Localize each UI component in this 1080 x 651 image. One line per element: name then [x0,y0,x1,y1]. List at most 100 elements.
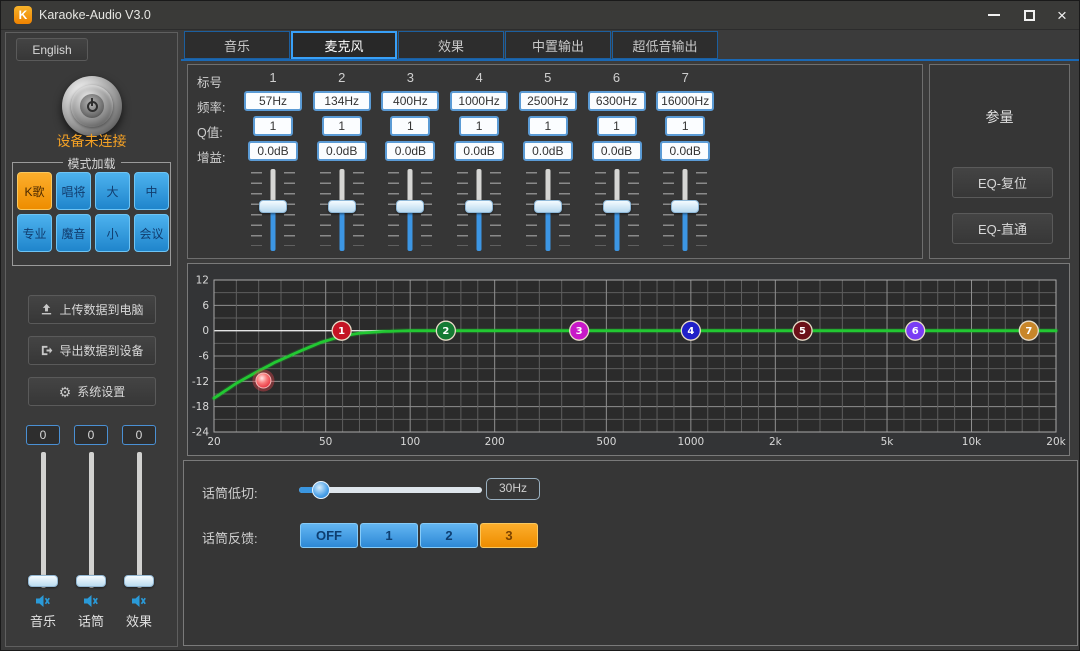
mode-button-6[interactable]: 魔音 [56,214,91,252]
eq-freq-input-3[interactable]: 400Hz [381,91,440,111]
close-icon: × [1057,5,1067,25]
eq-band-marker-3[interactable]: 3 [569,320,590,341]
mode-button-1[interactable]: K歌 [17,172,52,210]
mic-lowcut-slider[interactable] [299,481,482,499]
tab-4[interactable]: 中置输出 [505,31,611,59]
eq-gain-input-1[interactable]: 0.0dB [248,141,298,161]
mode-button-5[interactable]: 专业 [17,214,52,252]
y-axis-tick-label: 0 [202,325,209,337]
upload-data-button[interactable]: 上传数据到电脑 [28,295,156,324]
mode-button-grid: K歌 唱将大中专业 魔音小会议 [17,172,169,252]
eq-q-input-1[interactable]: 1 [253,116,293,136]
tab-2[interactable]: 麦克风 [291,31,397,59]
language-button[interactable]: English [16,38,88,61]
mode-button-2[interactable]: 唱将 [56,172,91,210]
x-axis-tick-label: 5k [881,436,895,448]
eq-freq-input-6[interactable]: 6300Hz [587,91,646,111]
x-axis-tick-label: 20k [1046,436,1066,448]
volume-column-2: 0 话筒 [67,425,115,630]
mode-button-3[interactable]: 大 [95,172,130,210]
eq-band-marker-6[interactable]: 6 [905,320,926,341]
x-axis-tick-label: 500 [596,436,616,448]
eq-freq-input-1[interactable]: 57Hz [244,91,302,111]
eq-freq-input-4[interactable]: 1000Hz [450,91,509,111]
eq-gain-input-2[interactable]: 0.0dB [316,141,367,161]
eq-gain-slider-7[interactable] [663,168,708,252]
eq-gain-input-5[interactable]: 0.0dB [522,141,573,161]
eq-q-input-2[interactable]: 1 [321,116,362,136]
eq-slider-handle-2[interactable] [327,200,356,213]
mode-button-8[interactable]: 会议 [134,214,169,252]
mic-feedback-options: OFF 1 2 3 [300,523,538,548]
eq-slider-handle-6[interactable] [602,200,631,213]
eq-q-input-4[interactable]: 1 [459,116,500,136]
volume-mute-button-2[interactable] [83,594,100,608]
eq-slider-handle-1[interactable] [259,200,287,213]
eq-slider-handle-7[interactable] [671,200,700,213]
eq-q-input-6[interactable]: 1 [596,116,637,136]
eq-band-marker-5[interactable]: 5 [792,320,813,341]
mic-feedback-option-1[interactable]: 1 [360,523,418,548]
eq-freq-input-7[interactable]: 16000Hz [656,91,715,111]
eq-q-input-5[interactable]: 1 [527,116,568,136]
tab-5[interactable]: 超低音输出 [612,31,718,59]
mode-button-7[interactable]: 小 [95,214,130,252]
eq-q-input-7[interactable]: 1 [665,116,706,136]
tab-bar: 音乐 麦克风 效果 中置输出 超低音输出 [184,31,718,59]
minimize-button[interactable] [977,1,1011,29]
eq-slider-handle-4[interactable] [465,200,494,213]
maximize-button[interactable] [1012,1,1046,29]
eq-reset-button[interactable]: EQ-复位 [952,167,1053,198]
eq-slider-handle-5[interactable] [533,200,562,213]
close-button[interactable]: × [1045,1,1079,29]
volume-value-3[interactable]: 0 [122,425,156,445]
eq-gain-slider-1[interactable] [251,168,295,252]
mic-feedback-option-OFF[interactable]: OFF [300,523,358,548]
eq-band-marker-4[interactable]: 4 [680,320,701,341]
volume-slider-handle-1[interactable] [28,575,58,587]
volume-slider-3[interactable] [124,452,154,588]
lowcut-marker[interactable] [255,372,272,389]
volume-value-2[interactable]: 0 [74,425,108,445]
mode-button-4[interactable]: 中 [134,172,169,210]
eq-slider-handle-3[interactable] [396,200,425,213]
mic-feedback-option-3[interactable]: 3 [480,523,538,548]
eq-band-marker-1[interactable]: 1 [331,320,352,341]
eq-gain-slider-5[interactable] [525,168,570,252]
power-knob[interactable] [62,76,122,136]
eq-gain-slider-2[interactable] [319,168,364,252]
mic-lowcut-slider-thumb[interactable] [312,481,330,499]
volume-slider-1[interactable] [28,452,58,588]
x-axis-tick-label: 50 [319,436,332,448]
eq-bypass-button[interactable]: EQ-直通 [952,213,1053,244]
svg-text:3: 3 [576,326,583,337]
eq-freq-input-2[interactable]: 134Hz [312,91,371,111]
eq-freq-input-5[interactable]: 2500Hz [518,91,577,111]
volume-label-1: 音乐 [29,614,56,629]
eq-row-label-gain: 增益: [197,151,226,165]
volume-mute-button-1[interactable] [35,594,52,608]
export-data-button[interactable]: 导出数据到设备 [28,336,156,365]
eq-q-input-3[interactable]: 1 [390,116,431,136]
eq-gain-input-7[interactable]: 0.0dB [660,141,711,161]
eq-band-marker-7[interactable]: 7 [1018,320,1039,341]
eq-band-column-3: 3 400Hz 1 0.0dB [376,65,444,260]
volume-mute-button-3[interactable] [131,594,148,608]
eq-gain-input-6[interactable]: 0.0dB [591,141,642,161]
eq-band-column-6: 6 6300Hz 1 0.0dB [583,65,651,260]
eq-gain-slider-3[interactable] [388,168,433,252]
eq-gain-slider-4[interactable] [457,168,502,252]
tab-3[interactable]: 效果 [398,31,504,59]
eq-gain-slider-6[interactable] [594,168,639,252]
volume-slider-handle-3[interactable] [124,575,154,587]
y-axis-tick-label: 12 [196,275,209,287]
mic-feedback-option-2[interactable]: 2 [420,523,478,548]
eq-band-marker-2[interactable]: 2 [435,320,457,341]
volume-slider-handle-2[interactable] [76,575,106,587]
volume-value-1[interactable]: 0 [26,425,60,445]
eq-gain-input-3[interactable]: 0.0dB [385,141,436,161]
eq-gain-input-4[interactable]: 0.0dB [454,141,505,161]
tab-1[interactable]: 音乐 [184,31,290,59]
system-settings-button[interactable]: ⚙ 系统设置 [28,377,156,406]
volume-slider-2[interactable] [76,452,106,588]
